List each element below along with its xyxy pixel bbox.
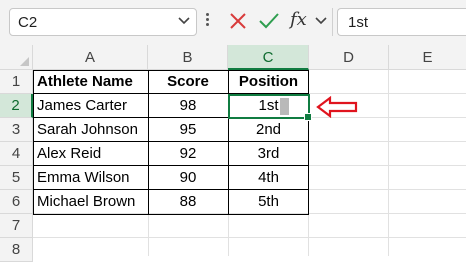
cell-header-score[interactable]: Score [148, 70, 228, 94]
name-box[interactable]: C2 [9, 8, 197, 36]
cell-athlete-name[interactable]: Sarah Johnson [33, 118, 148, 142]
check-icon[interactable] [258, 11, 280, 31]
name-box-value: C2 [18, 14, 38, 31]
insert-function-button[interactable]: fx [290, 9, 307, 30]
active-cell-selection[interactable] [228, 94, 312, 121]
more-options-icon[interactable] [206, 13, 210, 31]
cell-athlete-name[interactable]: Michael Brown [33, 190, 148, 214]
cell-header-position[interactable]: Position [228, 70, 309, 94]
chevron-down-icon[interactable] [315, 17, 327, 25]
cell-position[interactable]: 5th [228, 190, 309, 214]
column-header-d[interactable]: D [309, 45, 389, 70]
gridline [33, 237, 466, 238]
row-header-2[interactable]: 2 [0, 94, 33, 118]
fill-handle[interactable] [304, 113, 312, 121]
cell-score[interactable]: 90 [148, 166, 228, 190]
divider [332, 8, 333, 36]
formula-input[interactable]: 1st [337, 8, 466, 36]
row-header-1[interactable]: 1 [0, 70, 33, 94]
left-arrow-icon [316, 96, 358, 118]
cell-score[interactable]: 95 [148, 118, 228, 142]
cell-position[interactable]: 4th [228, 166, 309, 190]
close-icon[interactable] [228, 11, 248, 31]
row-header-3[interactable]: 3 [0, 118, 33, 142]
row-header-6[interactable]: 6 [0, 190, 33, 214]
gridline [388, 70, 389, 256]
column-header-b[interactable]: B [148, 45, 228, 70]
row-header-4[interactable]: 4 [0, 142, 33, 166]
cell-position[interactable]: 2nd [228, 118, 309, 142]
formula-value: 1st [348, 14, 369, 31]
column-header-a[interactable]: A [33, 45, 148, 70]
column-header-c[interactable]: C [228, 45, 309, 70]
row-header-5[interactable]: 5 [0, 166, 33, 190]
column-header-e[interactable]: E [389, 45, 466, 70]
select-all-button[interactable] [0, 45, 33, 70]
chevron-down-icon[interactable] [178, 17, 190, 25]
cell-score[interactable]: 88 [148, 190, 228, 214]
cell-athlete-name[interactable]: Emma Wilson [33, 166, 148, 190]
cell-athlete-name[interactable]: James Carter [33, 94, 148, 118]
row-header-8[interactable]: 8 [0, 238, 33, 262]
formula-bar: C2 fx 1st [0, 0, 466, 45]
cell-position[interactable]: 3rd [228, 142, 309, 166]
cell-score[interactable]: 98 [148, 94, 228, 118]
cell-score[interactable]: 92 [148, 142, 228, 166]
cell-athlete-name[interactable]: Alex Reid [33, 142, 148, 166]
row-header-7[interactable]: 7 [0, 214, 33, 238]
cell-header-athlete-name[interactable]: Athlete Name [33, 70, 148, 94]
spreadsheet-grid[interactable]: A B C D E 1 2 3 4 5 6 7 8 Athlete Name S… [0, 45, 466, 262]
